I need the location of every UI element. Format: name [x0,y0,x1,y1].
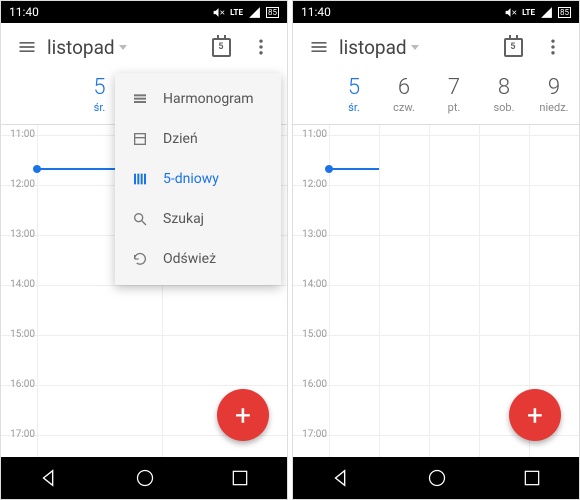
hour-label: 15:00 [3,329,35,340]
chevron-down-icon [119,45,127,50]
day-label: sob. [479,101,529,114]
month-label: listopad [339,36,407,59]
nav-back-button[interactable] [38,467,60,489]
plus-icon: + [235,399,251,432]
phone-left: 11:40 LTE 85 listopad 5 5 śr. 6 czw. [0,0,288,500]
menu-label: Harmonogram [163,91,254,107]
calendar-icon: 5 [212,38,231,57]
menu-item-5day[interactable]: 5-dniowy [115,159,281,199]
day-icon [131,131,149,147]
day-label: śr. [329,101,379,114]
hour-label: 14:00 [3,279,35,290]
status-icons: LTE 85 [504,6,571,19]
chevron-down-icon [411,45,419,50]
calendar-icon: 5 [504,38,523,57]
day-label: pt. [429,101,479,114]
day-col-2[interactable]: 7 pt. [429,71,479,124]
day-number: 5 [329,75,379,101]
hamburger-menu-icon[interactable] [7,27,47,67]
app-toolbar: listopad 5 [293,23,579,71]
month-label: listopad [47,36,115,59]
day-col-0[interactable]: 5 śr. [329,71,379,124]
hour-label: 14:00 [295,279,327,290]
lte-label: LTE [522,8,535,17]
hour-label: 16:00 [3,379,35,390]
hour-label: 11:00 [295,129,327,140]
menu-label: Szukaj [163,211,204,227]
hamburger-menu-icon[interactable] [299,27,339,67]
hour-label: 12:00 [3,179,35,190]
overflow-menu-button[interactable] [241,27,281,67]
current-time-indicator [329,168,379,170]
app-toolbar: listopad 5 [1,23,287,71]
hour-label: 13:00 [295,229,327,240]
day-number: 8 [479,75,529,101]
nav-recent-button[interactable] [522,468,542,488]
status-time: 11:40 [9,5,39,19]
day-col-3[interactable]: 8 sob. [479,71,529,124]
android-nav-bar [293,457,579,499]
hour-label: 17:00 [295,429,327,440]
menu-item-refresh[interactable]: Odśwież [115,239,281,279]
day-number: 7 [429,75,479,101]
hour-label: 15:00 [295,329,327,340]
search-icon [131,211,149,227]
battery-icon: 85 [558,7,571,18]
day-number: 9 [529,75,579,101]
menu-label: Dzień [163,131,198,147]
nav-back-button[interactable] [330,467,352,489]
nav-home-button[interactable] [427,468,447,488]
month-dropdown[interactable]: listopad [339,36,493,59]
menu-item-schedule[interactable]: Harmonogram [115,79,281,119]
plus-icon: + [527,399,543,432]
status-bar: 11:40 LTE 85 [1,1,287,23]
add-event-fab[interactable]: + [217,389,269,441]
nav-recent-button[interactable] [230,468,250,488]
android-nav-bar [1,457,287,499]
day-col-1[interactable]: 6 czw. [379,71,429,124]
day-header-row: 5 śr. 6 czw. 7 pt. 8 sob. 9 niedz. [293,71,579,125]
mute-icon [504,6,517,19]
status-time: 11:40 [301,5,331,19]
hour-label: 13:00 [3,229,35,240]
hour-label: 12:00 [295,179,327,190]
status-icons: LTE 85 [212,6,279,19]
hour-label: 16:00 [295,379,327,390]
view-dropdown-menu: Harmonogram Dzień 5-dniowy Szukaj Odświe… [115,73,281,285]
day-label: czw. [379,101,429,114]
mute-icon [212,6,225,19]
today-button[interactable]: 5 [493,27,533,67]
lte-label: LTE [230,8,243,17]
overflow-menu-button[interactable] [533,27,573,67]
battery-icon: 85 [266,7,279,18]
today-button[interactable]: 5 [201,27,241,67]
day-col-4[interactable]: 9 niedz. [529,71,579,124]
menu-item-search[interactable]: Szukaj [115,199,281,239]
status-bar: 11:40 LTE 85 [293,1,579,23]
phone-right: 11:40 LTE 85 listopad 5 5 śr. 6 czw. [292,0,580,500]
fiveday-icon [131,171,149,187]
nav-home-button[interactable] [135,468,155,488]
signal-icon [540,6,553,19]
menu-label: Odśwież [163,251,216,267]
schedule-icon [131,91,149,107]
day-number: 6 [379,75,429,101]
hour-label: 17:00 [3,429,35,440]
hour-label: 11:00 [3,129,35,140]
menu-label: 5-dniowy [163,171,219,187]
signal-icon [248,6,261,19]
menu-item-day[interactable]: Dzień [115,119,281,159]
month-dropdown[interactable]: listopad [47,36,201,59]
day-label: niedz. [529,101,579,114]
add-event-fab[interactable]: + [509,389,561,441]
refresh-icon [131,251,149,267]
